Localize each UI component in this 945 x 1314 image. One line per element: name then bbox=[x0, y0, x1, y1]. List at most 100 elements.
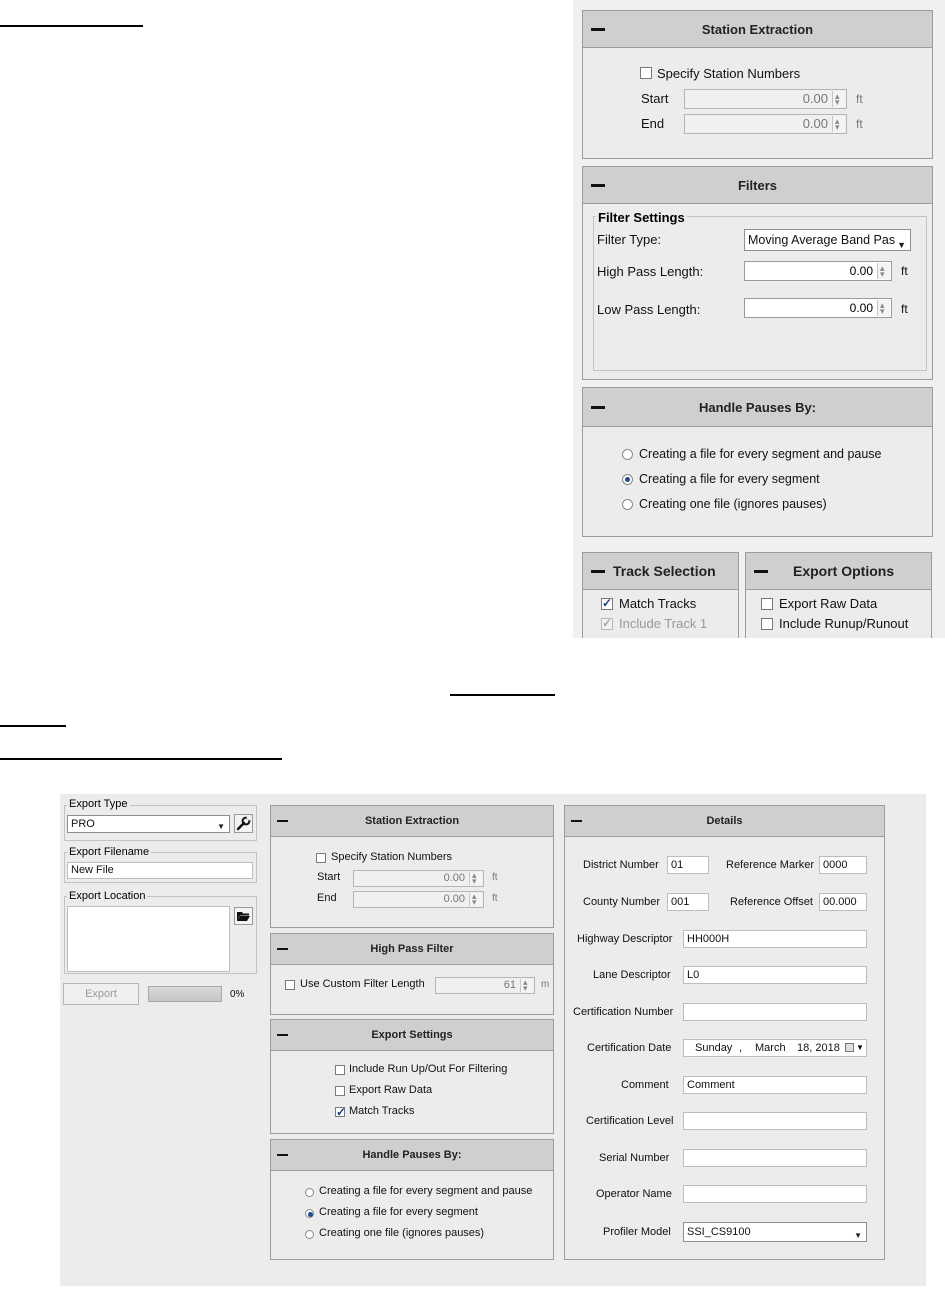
include-track-1-checkbox[interactable] bbox=[601, 616, 613, 630]
settings-wrench-button[interactable] bbox=[234, 814, 253, 833]
profiler-select[interactable]: SSI_CS9100 ▼ bbox=[683, 1222, 867, 1242]
collapse-icon[interactable] bbox=[571, 820, 582, 822]
bottom-export-settings-header[interactable]: Export Settings bbox=[271, 1020, 553, 1051]
pause-option-1-radio[interactable] bbox=[305, 1188, 314, 1197]
start-input[interactable]: 0.00 bbox=[353, 870, 484, 887]
cert-date-month[interactable]: March bbox=[755, 1040, 786, 1056]
highway-input[interactable]: HH000H bbox=[683, 930, 867, 948]
pause-option-2-radio[interactable] bbox=[622, 474, 633, 485]
start-value: 0.00 bbox=[802, 91, 828, 106]
collapse-icon[interactable] bbox=[591, 570, 605, 573]
bottom-dialog: Export Type PRO ▼ Export Filename New Fi… bbox=[60, 794, 926, 1286]
export-button[interactable]: Export bbox=[63, 983, 139, 1005]
cert-date-rest[interactable]: 18, 2018 bbox=[797, 1040, 840, 1056]
cert-number-input[interactable] bbox=[683, 1003, 867, 1021]
low-pass-unit: ft bbox=[901, 302, 908, 316]
top-export-options-header[interactable]: Export Options bbox=[746, 553, 931, 590]
bottom-details-header[interactable]: Details bbox=[565, 806, 884, 837]
chevron-down-icon[interactable]: ▼ bbox=[856, 1040, 864, 1056]
top-filters-header[interactable]: Filters bbox=[583, 167, 932, 204]
end-input[interactable]: 0.00 bbox=[353, 891, 484, 908]
county-input[interactable]: 001 bbox=[667, 893, 709, 911]
start-spinner[interactable] bbox=[469, 871, 482, 886]
high-pass-spinner[interactable] bbox=[877, 262, 890, 280]
pause-option-3-radio[interactable] bbox=[622, 499, 633, 510]
low-pass-spinner[interactable] bbox=[877, 299, 890, 317]
serial-input[interactable] bbox=[683, 1149, 867, 1167]
include-track-1-label: Include Track 1 bbox=[619, 616, 708, 631]
top-track-selection-header[interactable]: Track Selection bbox=[583, 553, 738, 590]
low-pass-input[interactable]: 0.00 bbox=[744, 298, 892, 318]
specify-station-checkbox[interactable] bbox=[316, 853, 326, 863]
panel-title: Station Extraction bbox=[364, 815, 460, 827]
collapse-icon[interactable] bbox=[277, 1034, 288, 1036]
district-input[interactable]: 01 bbox=[667, 856, 709, 874]
custom-filter-input[interactable]: 61 bbox=[435, 977, 535, 994]
collapse-icon[interactable] bbox=[277, 948, 288, 950]
include-runup-checkbox[interactable] bbox=[761, 618, 773, 630]
wrench-icon bbox=[236, 816, 251, 831]
match-tracks-checkbox[interactable] bbox=[335, 1105, 346, 1119]
top-track-selection-panel: Track Selection Match Tracks Include Tra… bbox=[582, 552, 739, 638]
export-raw-checkbox[interactable] bbox=[761, 598, 773, 610]
custom-filter-checkbox[interactable] bbox=[285, 980, 295, 990]
collapse-icon[interactable] bbox=[277, 1154, 288, 1156]
cert-date-picker[interactable]: Sunday , March 18, 2018 ▼ bbox=[683, 1039, 867, 1057]
start-input[interactable]: 0.00 bbox=[684, 89, 847, 109]
ref-offset-input[interactable]: 00.000 bbox=[819, 893, 867, 911]
cert-date-day[interactable]: Sunday bbox=[695, 1040, 732, 1056]
custom-filter-label: Use Custom Filter Length bbox=[300, 978, 425, 990]
custom-filter-spinner[interactable] bbox=[520, 978, 533, 993]
cert-number-label: Certification Number bbox=[573, 1006, 674, 1018]
export-location-input[interactable] bbox=[67, 906, 230, 972]
match-tracks-checkbox[interactable] bbox=[601, 596, 613, 610]
doc-underline-2 bbox=[450, 694, 555, 696]
panel-title: Details bbox=[706, 815, 743, 827]
end-unit: ft bbox=[856, 117, 863, 131]
bottom-station-extraction-header[interactable]: Station Extraction bbox=[271, 806, 553, 837]
custom-filter-unit: m bbox=[541, 979, 550, 990]
runup-filter-checkbox[interactable] bbox=[335, 1065, 345, 1075]
district-label: District Number bbox=[583, 859, 659, 871]
ref-marker-input[interactable]: 0000 bbox=[819, 856, 867, 874]
end-input[interactable]: 0.00 bbox=[684, 114, 847, 134]
top-handle-pauses-header[interactable]: Handle Pauses By: bbox=[583, 388, 932, 427]
end-spinner[interactable] bbox=[469, 892, 482, 907]
operator-label: Operator Name bbox=[596, 1188, 672, 1200]
chevron-down-icon: ▼ bbox=[897, 240, 906, 250]
specify-station-label: Specify Station Numbers bbox=[331, 851, 453, 863]
filter-settings-title: Filter Settings bbox=[596, 210, 687, 225]
top-station-extraction-panel: Station Extraction Specify Station Numbe… bbox=[582, 10, 933, 159]
export-type-select[interactable]: PRO ▼ bbox=[67, 815, 230, 833]
collapse-icon[interactable] bbox=[591, 406, 605, 409]
pause-option-2-radio[interactable] bbox=[305, 1209, 314, 1218]
collapse-icon[interactable] bbox=[591, 184, 605, 187]
bottom-handle-pauses-header[interactable]: Handle Pauses By: bbox=[271, 1140, 553, 1171]
export-raw-checkbox[interactable] bbox=[335, 1086, 345, 1096]
specify-station-checkbox[interactable] bbox=[640, 67, 652, 79]
top-filters-panel: Filters Filter Settings Filter Type: Mov… bbox=[582, 166, 933, 380]
operator-input[interactable] bbox=[683, 1185, 867, 1203]
collapse-icon[interactable] bbox=[754, 570, 768, 573]
start-spinner[interactable] bbox=[832, 90, 845, 108]
high-pass-input[interactable]: 0.00 bbox=[744, 261, 892, 281]
browse-folder-button[interactable] bbox=[234, 907, 253, 925]
collapse-icon[interactable] bbox=[591, 28, 605, 31]
panel-title: Track Selection bbox=[613, 563, 716, 579]
bottom-high-pass-header[interactable]: High Pass Filter bbox=[271, 934, 553, 965]
export-progress-bar bbox=[148, 986, 222, 1002]
collapse-icon[interactable] bbox=[277, 820, 288, 822]
top-station-extraction-header[interactable]: Station Extraction bbox=[583, 11, 932, 48]
end-unit: ft bbox=[492, 893, 498, 904]
end-spinner[interactable] bbox=[832, 115, 845, 133]
pause-option-1-radio[interactable] bbox=[622, 449, 633, 460]
filter-type-select[interactable]: Moving Average Band Pas ▼ bbox=[744, 229, 911, 251]
lane-input[interactable]: L0 bbox=[683, 966, 867, 984]
calendar-icon[interactable] bbox=[845, 1043, 854, 1052]
panel-title: Handle Pauses By: bbox=[362, 1149, 462, 1161]
comment-input[interactable]: Comment bbox=[683, 1076, 867, 1094]
pause-option-2-label: Creating a file for every segment bbox=[639, 472, 820, 486]
pause-option-3-radio[interactable] bbox=[305, 1230, 314, 1239]
export-filename-input[interactable]: New File bbox=[67, 862, 253, 879]
cert-level-input[interactable] bbox=[683, 1112, 867, 1130]
